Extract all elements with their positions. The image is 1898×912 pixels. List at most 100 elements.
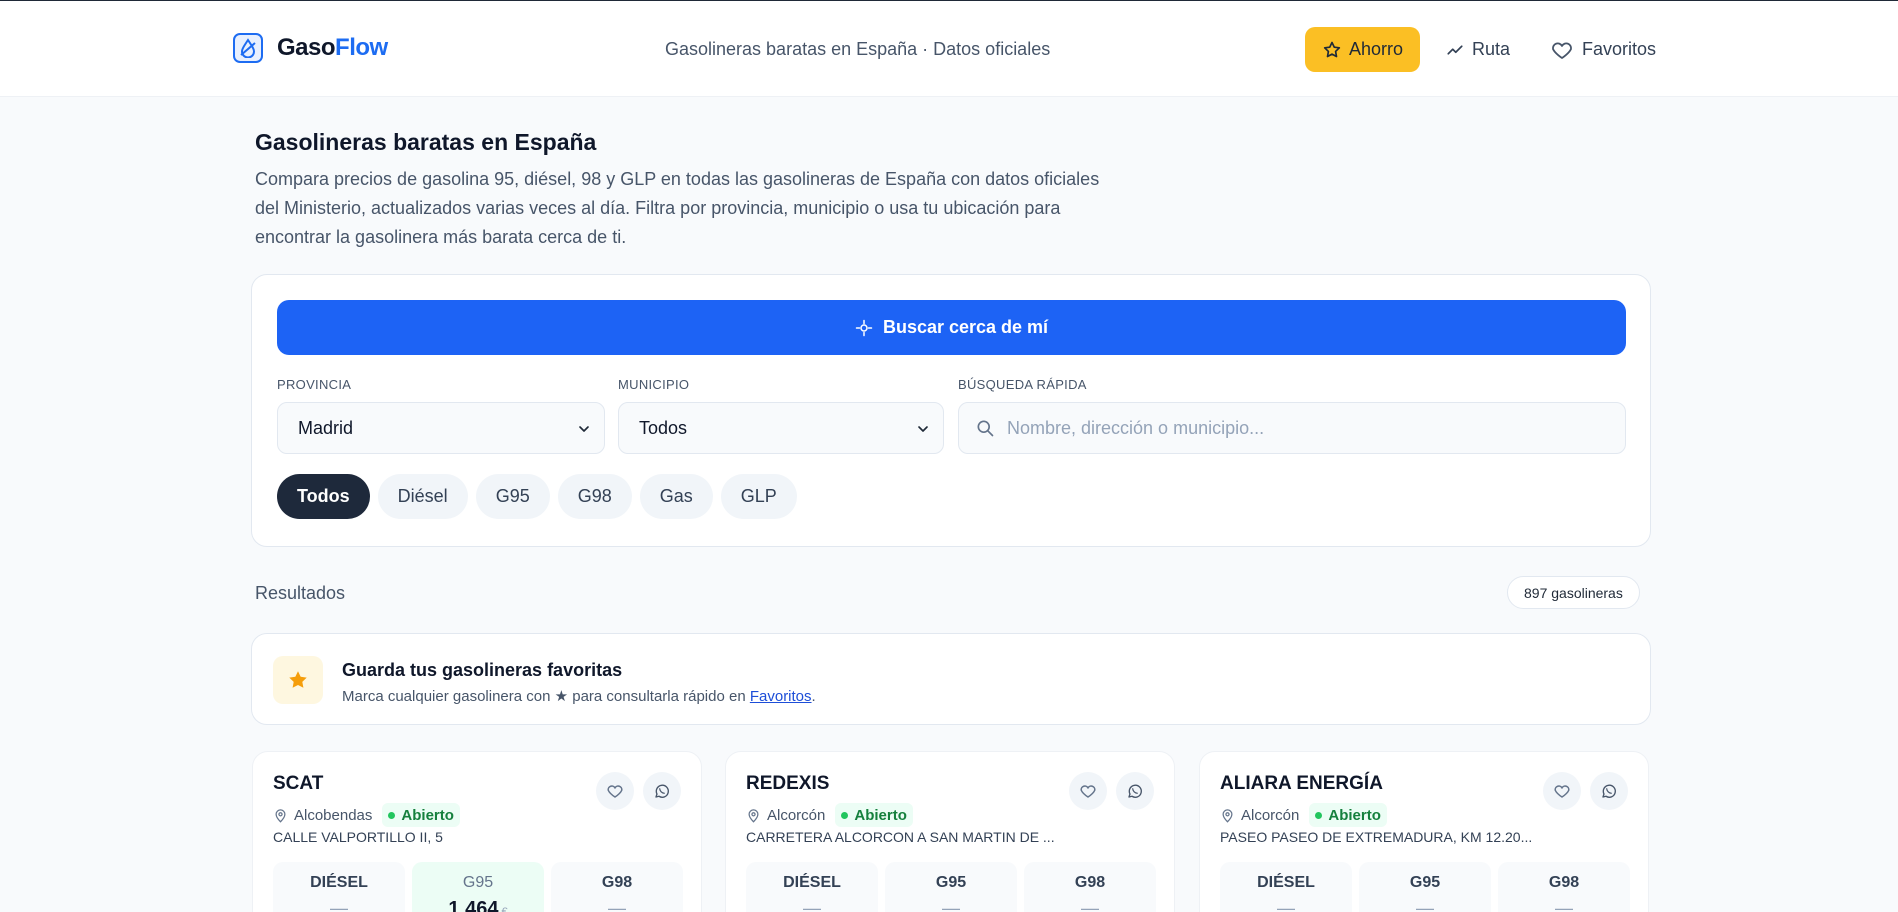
search-panel: Buscar cerca de mí PROVINCIA Madrid MUNI… — [251, 274, 1651, 547]
star-icon — [273, 656, 323, 704]
price-tile-g95: G95 — — [885, 862, 1017, 912]
price-label: DIÉSEL — [310, 874, 368, 891]
price-value: — — [942, 898, 960, 912]
station-card[interactable]: REDEXIS Alcorcón Abierto CARRETERA ALCOR… — [725, 751, 1175, 912]
price-label: G95 — [935, 874, 967, 891]
municipio-select[interactable]: Todos — [618, 402, 944, 454]
station-town: Alcobendas — [294, 806, 373, 824]
station-meta: Alcorcón Abierto — [1220, 803, 1387, 827]
price-label: DIÉSEL — [1257, 874, 1315, 891]
quick-search-field[interactable] — [958, 402, 1626, 454]
station-meta: Alcorcón Abierto — [746, 803, 913, 827]
chevron-down-icon — [918, 426, 928, 432]
header-tagline: Gasolineras baratas en España · Datos of… — [665, 39, 1051, 59]
crosshair-icon — [855, 319, 873, 336]
price-tile-g98: G98 — — [551, 862, 683, 912]
nav-favoritos-link[interactable]: Favoritos — [1550, 38, 1656, 62]
nav-ruta-link[interactable]: Ruta — [1446, 39, 1510, 60]
provincia-label: PROVINCIA — [277, 377, 352, 392]
map-pin-icon — [1222, 808, 1233, 823]
fuel-chip-g98[interactable]: G98 — [557, 474, 632, 519]
price-value: 1,464 € — [448, 898, 508, 912]
favorite-heart-button[interactable] — [596, 772, 634, 810]
price-label: G98 — [1074, 874, 1106, 891]
price-value: — — [803, 898, 821, 912]
trend-icon — [1447, 44, 1463, 55]
search-near-me-button[interactable]: Buscar cerca de mí — [277, 300, 1626, 355]
price-value: — — [330, 898, 348, 912]
whatsapp-share-button[interactable] — [643, 772, 681, 810]
results-count-badge: 897 gasolineras — [1507, 576, 1640, 609]
search-near-me-label: Buscar cerca de mí — [882, 317, 1049, 337]
fuel-chip-diesel[interactable]: Diésel — [377, 474, 468, 519]
nav-ahorro-label: Ahorro — [1348, 39, 1404, 59]
heart-icon — [607, 785, 623, 798]
station-meta: Alcobendas Abierto — [273, 803, 460, 827]
results-heading: Resultados — [255, 583, 346, 603]
nav-ruta-label: Ruta — [1472, 39, 1511, 59]
price-value: — — [1555, 898, 1573, 912]
nav-favoritos-label: Favoritos — [1582, 39, 1657, 59]
price-value: — — [608, 898, 626, 912]
price-tile-g98: G98 — — [1024, 862, 1156, 912]
price-tile-g95: G95 — — [1359, 862, 1491, 912]
price-label: G95 — [1409, 874, 1441, 891]
favorites-link[interactable]: Favoritos — [750, 688, 812, 705]
price-tile-g98: G98 — — [1498, 862, 1630, 912]
fuel-chip-g95[interactable]: G95 — [475, 474, 550, 519]
station-name: ALIARA ENERGÍA — [1220, 773, 1383, 794]
whatsapp-share-button[interactable] — [1590, 772, 1628, 810]
page-title: Gasolineras baratas en España — [255, 129, 597, 155]
price-value: — — [1416, 898, 1434, 912]
price-tile-diesel: DIÉSEL — — [273, 862, 405, 912]
main-nav: Ahorro Ruta Favoritos — [1305, 27, 1656, 72]
logo-drop-icon — [233, 33, 263, 63]
favorites-banner-text: Marca cualquier gasolinera con ★ para co… — [342, 688, 816, 705]
map-pin-icon — [748, 808, 759, 823]
station-card[interactable]: SCAT Alcobendas Abierto CALLE VALPORTILL… — [252, 751, 702, 912]
map-pin-icon — [275, 808, 286, 823]
provincia-select[interactable]: Madrid — [277, 402, 605, 454]
price-label: G98 — [601, 874, 633, 891]
status-badge: Abierto — [382, 803, 460, 827]
heart-icon — [1554, 785, 1570, 798]
fuel-chip-todos[interactable]: Todos — [277, 474, 370, 519]
price-label: G98 — [1548, 874, 1580, 891]
logo-text: GasoFlow — [277, 34, 388, 61]
quick-search-label: BÚSQUEDA RÁPIDA — [958, 377, 1087, 392]
whatsapp-share-button[interactable] — [1116, 772, 1154, 810]
whatsapp-icon — [1128, 784, 1142, 798]
favorites-banner: Guarda tus gasolineras favoritas Marca c… — [251, 633, 1651, 725]
provincia-value: Madrid — [298, 417, 354, 438]
page-description: Compara precios de gasolina 95, diésel, … — [255, 169, 1100, 247]
whatsapp-icon — [655, 784, 669, 798]
fuel-filter-chips: Todos Diésel G95 G98 Gas GLP — [277, 474, 805, 519]
price-tile-diesel: DIÉSEL — — [1220, 862, 1352, 912]
nav-ahorro-button[interactable]: Ahorro — [1305, 27, 1420, 72]
star-icon — [1323, 41, 1341, 57]
heart-icon — [1552, 42, 1572, 59]
price-value: — — [1081, 898, 1099, 912]
status-badge: Abierto — [835, 803, 913, 827]
logo[interactable]: GasoFlow — [233, 33, 388, 63]
price-label: G95 — [462, 874, 494, 891]
station-address: CALLE VALPORTILLO II, 5 — [273, 829, 443, 845]
price-label: DIÉSEL — [783, 874, 841, 891]
municipio-label: MUNICIPIO — [618, 377, 690, 392]
station-card[interactable]: ALIARA ENERGÍA Alcorcón Abierto PASEO PA… — [1199, 751, 1649, 912]
favorite-heart-button[interactable] — [1543, 772, 1581, 810]
search-icon — [977, 420, 994, 437]
station-name: SCAT — [273, 773, 324, 794]
station-address: PASEO PASEO DE EXTREMADURA, KM 12.20... — [1220, 829, 1533, 845]
station-town: Alcorcón — [767, 806, 826, 824]
station-town: Alcorcón — [1241, 806, 1300, 824]
station-name: REDEXIS — [746, 773, 830, 794]
favorites-banner-title: Guarda tus gasolineras favoritas — [342, 660, 623, 680]
favorite-heart-button[interactable] — [1069, 772, 1107, 810]
price-value: — — [1277, 898, 1295, 912]
status-badge: Abierto — [1309, 803, 1387, 827]
fuel-chip-gas[interactable]: Gas — [639, 474, 713, 519]
station-address: CARRETERA ALCORCON A SAN MARTIN DE ... — [746, 829, 1055, 845]
fuel-chip-glp[interactable]: GLP — [720, 474, 797, 519]
quick-search-input[interactable] — [1007, 417, 1607, 439]
